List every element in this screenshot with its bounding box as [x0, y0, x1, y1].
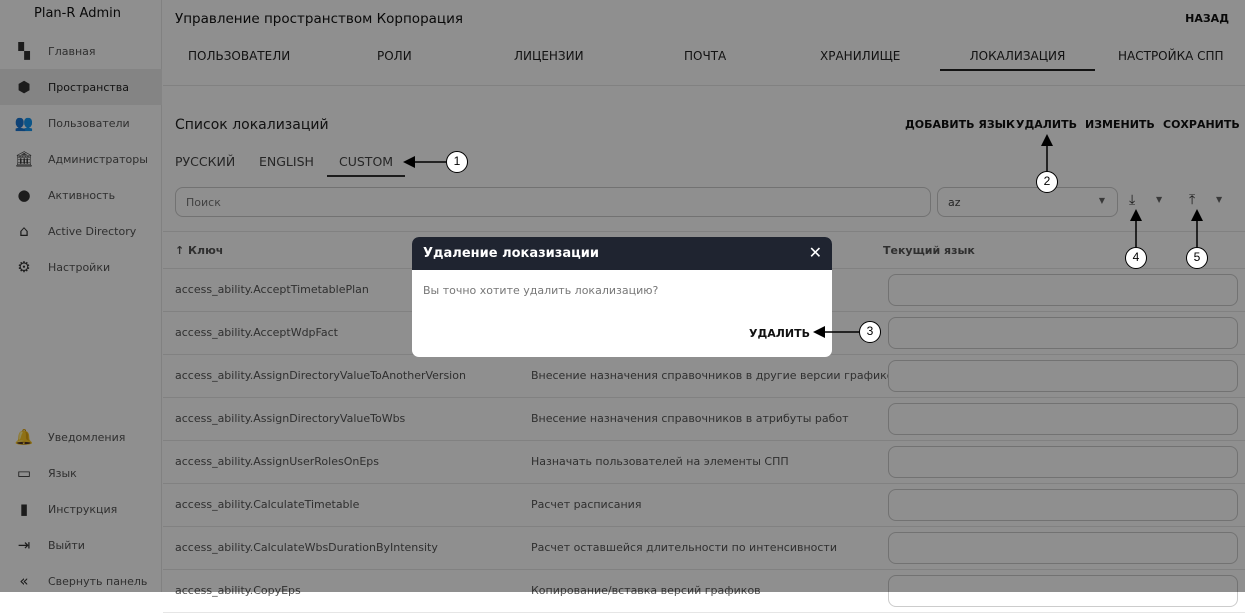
- annotation-3: 3: [859, 321, 881, 343]
- annotation-arrows: [403, 134, 1203, 338]
- annotation-1: 1: [446, 151, 468, 173]
- annotation-4: 4: [1125, 247, 1147, 269]
- annotation-2: 2: [1036, 171, 1058, 193]
- annotation-5: 5: [1186, 247, 1208, 269]
